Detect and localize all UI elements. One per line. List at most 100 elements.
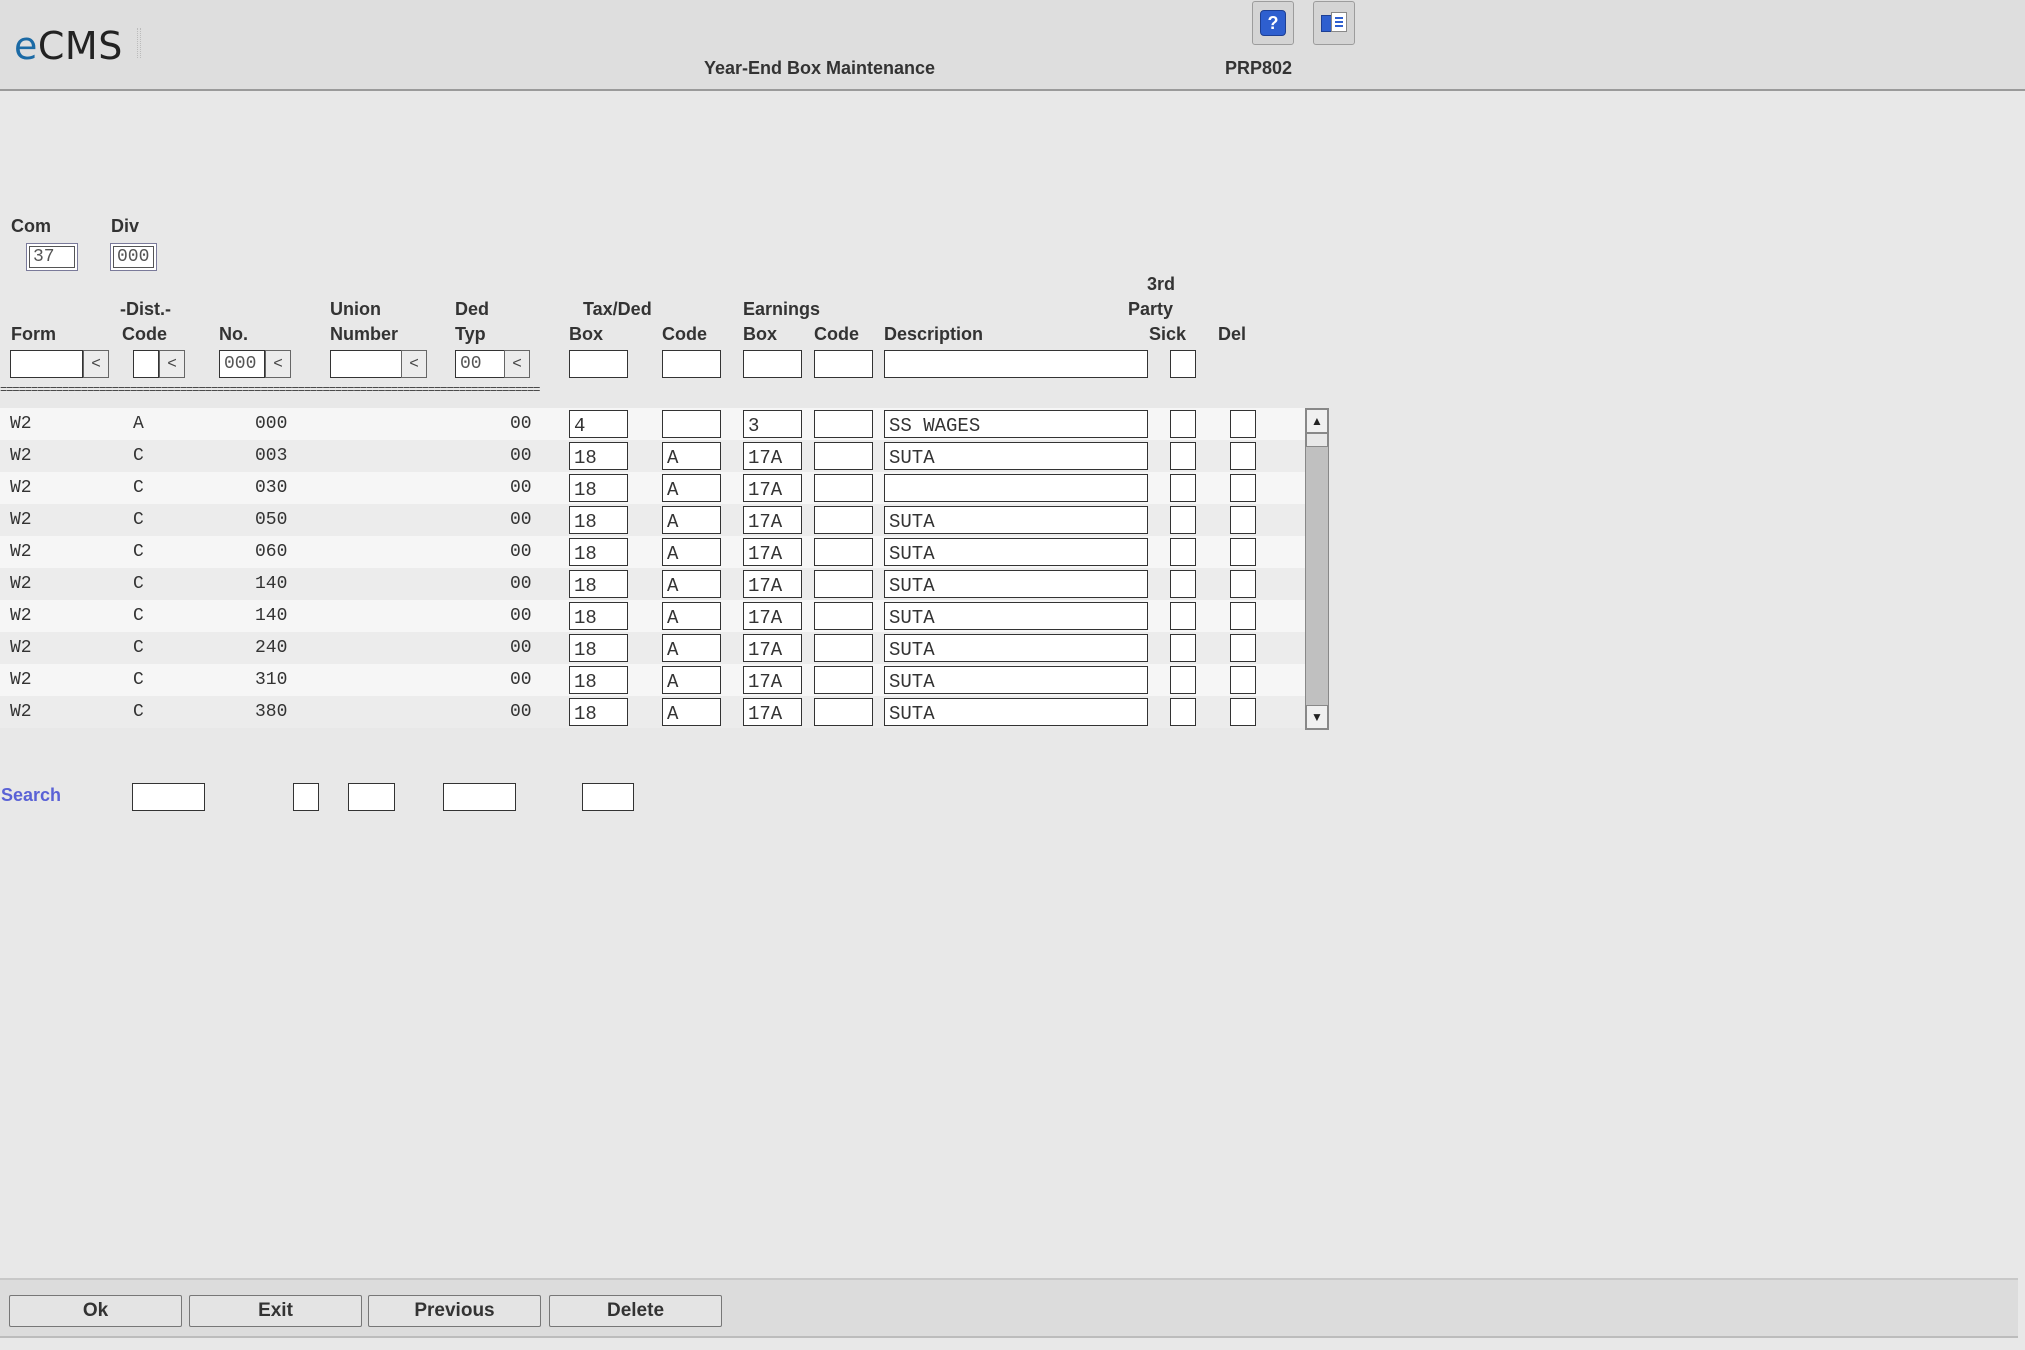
description-filter-input[interactable]: [884, 350, 1148, 378]
row-taxded-box-input[interactable]: 18: [569, 474, 628, 502]
dist-no-filter-input[interactable]: 000: [219, 350, 265, 378]
row-description-input[interactable]: SUTA: [884, 506, 1148, 534]
row-del-checkbox[interactable]: [1230, 634, 1256, 662]
row-earn-box-input[interactable]: 17A: [743, 602, 802, 630]
row-taxded-box-input[interactable]: 18: [569, 602, 628, 630]
export-button[interactable]: [1313, 1, 1355, 45]
row-sick-checkbox[interactable]: [1170, 410, 1196, 438]
help-button[interactable]: ?: [1252, 1, 1294, 45]
row-earn-box-input[interactable]: 17A: [743, 570, 802, 598]
row-earn-code-input[interactable]: [814, 506, 873, 534]
row-earn-code-input[interactable]: [814, 442, 873, 470]
row-del-checkbox[interactable]: [1230, 698, 1256, 726]
grid-scrollbar[interactable]: ▲ ▼: [1305, 408, 1329, 730]
row-taxded-code-input[interactable]: A: [662, 538, 721, 566]
row-earn-box-input[interactable]: 17A: [743, 634, 802, 662]
row-earn-code-input[interactable]: [814, 570, 873, 598]
row-sick-checkbox[interactable]: [1170, 474, 1196, 502]
row-taxded-box-input[interactable]: 18: [569, 634, 628, 662]
row-taxded-box-input[interactable]: 18: [569, 698, 628, 726]
row-taxded-code-input[interactable]: A: [662, 570, 721, 598]
row-del-checkbox[interactable]: [1230, 474, 1256, 502]
row-taxded-code-input[interactable]: [662, 410, 721, 438]
form-filter-input[interactable]: [10, 350, 83, 378]
row-sick-checkbox[interactable]: [1170, 698, 1196, 726]
row-earn-code-input[interactable]: [814, 666, 873, 694]
previous-button[interactable]: Previous: [368, 1295, 541, 1327]
row-del-checkbox[interactable]: [1230, 602, 1256, 630]
row-earn-box-input[interactable]: 3: [743, 410, 802, 438]
taxded-box-filter-input[interactable]: [569, 350, 628, 378]
row-taxded-box-input[interactable]: 18: [569, 570, 628, 598]
row-sick-checkbox[interactable]: [1170, 602, 1196, 630]
ok-button[interactable]: Ok: [9, 1295, 182, 1327]
row-taxded-box-input[interactable]: 18: [569, 442, 628, 470]
search-dist-code-input[interactable]: [293, 783, 319, 811]
row-earn-box-input[interactable]: 17A: [743, 506, 802, 534]
scroll-thumb[interactable]: [1306, 433, 1328, 447]
row-description-input[interactable]: SUTA: [884, 634, 1148, 662]
row-sick-checkbox[interactable]: [1170, 570, 1196, 598]
row-del-checkbox[interactable]: [1230, 410, 1256, 438]
union-filter-input[interactable]: [330, 350, 403, 378]
row-description-input[interactable]: SUTA: [884, 698, 1148, 726]
row-earn-code-input[interactable]: [814, 410, 873, 438]
scroll-up-icon[interactable]: ▲: [1306, 409, 1328, 433]
row-earn-code-input[interactable]: [814, 602, 873, 630]
row-sick-checkbox[interactable]: [1170, 442, 1196, 470]
row-earn-box-input[interactable]: 17A: [743, 666, 802, 694]
exit-button[interactable]: Exit: [189, 1295, 362, 1327]
row-earn-box-input[interactable]: 17A: [743, 442, 802, 470]
row-taxded-box-input[interactable]: 4: [569, 410, 628, 438]
dist-code-lookup-button[interactable]: <: [159, 350, 185, 378]
row-description-input[interactable]: SUTA: [884, 442, 1148, 470]
row-del-checkbox[interactable]: [1230, 666, 1256, 694]
com-field[interactable]: 37: [26, 243, 78, 271]
search-ded-typ-input[interactable]: [582, 783, 634, 811]
row-sick-checkbox[interactable]: [1170, 666, 1196, 694]
row-earn-box-input[interactable]: 17A: [743, 698, 802, 726]
row-sick-checkbox[interactable]: [1170, 506, 1196, 534]
row-del-checkbox[interactable]: [1230, 538, 1256, 566]
taxded-code-filter-input[interactable]: [662, 350, 721, 378]
row-earn-code-input[interactable]: [814, 474, 873, 502]
ded-typ-lookup-button[interactable]: <: [504, 350, 530, 378]
row-taxded-box-input[interactable]: 18: [569, 666, 628, 694]
union-lookup-button[interactable]: <: [401, 350, 427, 378]
row-description-input[interactable]: SS WAGES: [884, 410, 1148, 438]
row-taxded-code-input[interactable]: A: [662, 634, 721, 662]
ded-typ-filter-input[interactable]: 00: [455, 350, 505, 378]
row-taxded-code-input[interactable]: A: [662, 506, 721, 534]
row-del-checkbox[interactable]: [1230, 442, 1256, 470]
row-del-checkbox[interactable]: [1230, 570, 1256, 598]
row-taxded-box-input[interactable]: 18: [569, 506, 628, 534]
earn-code-filter-input[interactable]: [814, 350, 873, 378]
row-taxded-code-input[interactable]: A: [662, 666, 721, 694]
search-dist-no-input[interactable]: [348, 783, 395, 811]
row-description-input[interactable]: SUTA: [884, 666, 1148, 694]
dist-no-lookup-button[interactable]: <: [265, 350, 291, 378]
row-earn-code-input[interactable]: [814, 698, 873, 726]
row-taxded-code-input[interactable]: A: [662, 698, 721, 726]
row-earn-code-input[interactable]: [814, 538, 873, 566]
form-lookup-button[interactable]: <: [83, 350, 109, 378]
row-taxded-code-input[interactable]: A: [662, 474, 721, 502]
row-earn-box-input[interactable]: 17A: [743, 538, 802, 566]
row-del-checkbox[interactable]: [1230, 506, 1256, 534]
search-union-input[interactable]: [443, 783, 516, 811]
search-form-input[interactable]: [132, 783, 205, 811]
sick-filter-checkbox[interactable]: [1170, 350, 1196, 378]
row-taxded-code-input[interactable]: A: [662, 442, 721, 470]
delete-button[interactable]: Delete: [549, 1295, 722, 1327]
row-description-input[interactable]: SUTA: [884, 538, 1148, 566]
row-sick-checkbox[interactable]: [1170, 538, 1196, 566]
row-sick-checkbox[interactable]: [1170, 634, 1196, 662]
row-taxded-code-input[interactable]: A: [662, 602, 721, 630]
row-earn-code-input[interactable]: [814, 634, 873, 662]
row-description-input[interactable]: SUTA: [884, 570, 1148, 598]
row-description-input[interactable]: [884, 474, 1148, 502]
scroll-down-icon[interactable]: ▼: [1306, 705, 1328, 729]
dist-code-filter-input[interactable]: [133, 350, 159, 378]
earn-box-filter-input[interactable]: [743, 350, 802, 378]
row-description-input[interactable]: SUTA: [884, 602, 1148, 630]
